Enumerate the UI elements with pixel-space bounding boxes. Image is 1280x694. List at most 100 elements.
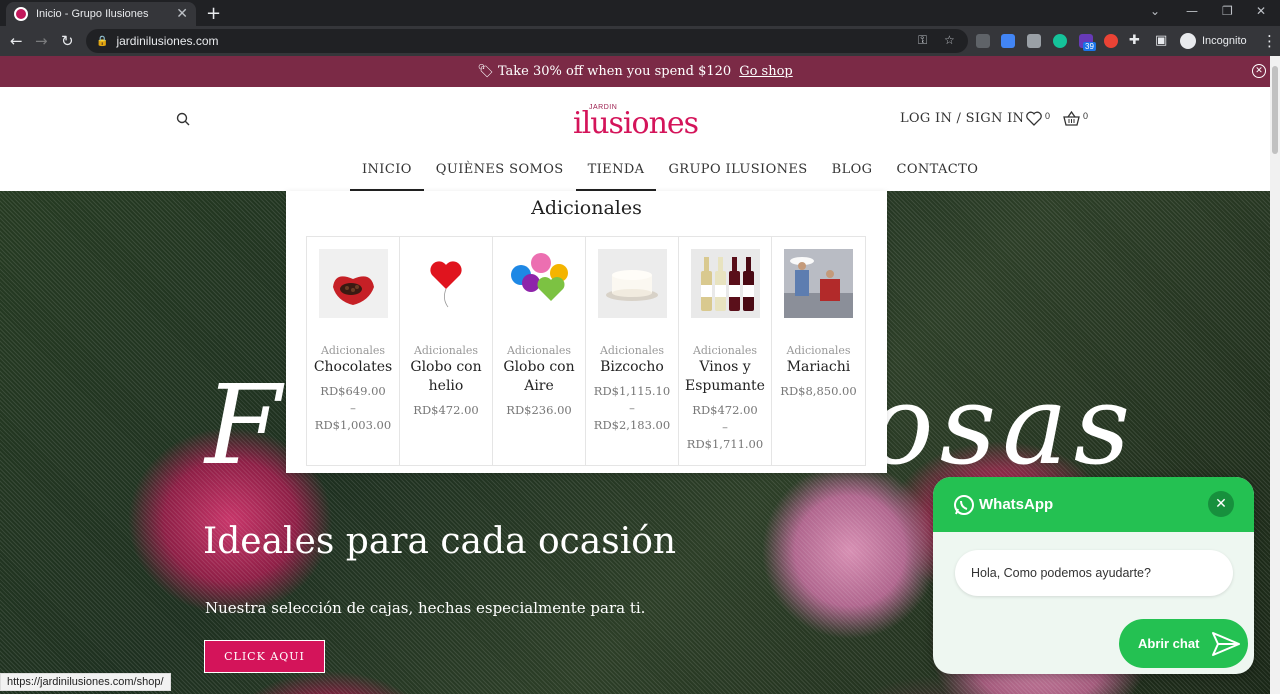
cart-button[interactable]: 0 bbox=[1063, 111, 1088, 126]
hero-cta-button[interactable]: CLICK AQUI bbox=[204, 640, 325, 673]
open-chat-label: Abrir chat bbox=[1138, 636, 1200, 651]
incognito-icon bbox=[1180, 33, 1196, 49]
price-line: RD$1,711.00 bbox=[686, 437, 764, 451]
shop-mega-menu: Adicionales Adicionales Chocolates RD$64… bbox=[286, 191, 887, 473]
close-tab-icon[interactable]: ✕ bbox=[176, 6, 188, 22]
url-text[interactable]: jardinilusiones.com bbox=[116, 34, 218, 48]
product-card-bizcocho[interactable]: Adicionales Bizcocho RD$1,115.10 – RD$2,… bbox=[586, 237, 679, 465]
product-price: RD$472.00 bbox=[402, 402, 490, 419]
product-card-vinos[interactable]: Adicionales Vinos y Espumante RD$472.00 … bbox=[679, 237, 772, 465]
chocolates-image[interactable] bbox=[319, 249, 388, 318]
product-name[interactable]: Bizcocho bbox=[590, 358, 674, 377]
nav-item-blog[interactable]: BLOG bbox=[820, 160, 885, 191]
new-tab-icon[interactable]: + bbox=[206, 3, 221, 24]
nav-item-quienes-somos[interactable]: QUIÈNES SOMOS bbox=[424, 160, 576, 191]
extension-badge: 39 bbox=[1083, 42, 1096, 51]
product-name-line: Chocolates bbox=[313, 359, 393, 375]
nav-item-tienda[interactable]: TIENDA bbox=[575, 160, 657, 191]
mega-menu-heading[interactable]: Adicionales bbox=[286, 197, 887, 219]
screenshot-extension-icon[interactable] bbox=[1027, 34, 1041, 48]
page-scrollbar[interactable] bbox=[1270, 56, 1280, 694]
whatsapp-widget: WhatsApp ✕ Hola, Como podemos ayudarte? … bbox=[933, 477, 1254, 674]
site-logo[interactable]: JARDIN ilusiones bbox=[573, 104, 699, 141]
price-line: RD$649.00 bbox=[320, 384, 386, 398]
product-card-mariachi[interactable]: Adicionales Mariachi RD$8,850.00 bbox=[772, 237, 865, 465]
product-name[interactable]: Mariachi bbox=[776, 358, 861, 377]
basket-icon bbox=[1063, 111, 1080, 126]
product-name-line: Bizcocho bbox=[600, 359, 664, 375]
helium-balloon-image[interactable] bbox=[412, 249, 481, 318]
incognito-indicator[interactable]: Incognito bbox=[1180, 33, 1247, 49]
menu-kebab-icon[interactable]: ⋮ bbox=[1262, 32, 1277, 50]
promo-bar: 🏷 Take 30% off when you spend $120 Go sh… bbox=[0, 56, 1270, 87]
browser-tab[interactable]: Inicio - Grupo Ilusiones ✕ bbox=[6, 2, 196, 26]
tab-search-icon[interactable]: ⌄ bbox=[1150, 4, 1160, 18]
nav-item-contacto[interactable]: CONTACTO bbox=[884, 160, 990, 191]
wine-bottles-image[interactable] bbox=[691, 249, 760, 318]
mariachi-image[interactable] bbox=[784, 249, 853, 318]
back-icon[interactable]: ← bbox=[10, 32, 23, 50]
price-line: RD$1,115.10 bbox=[593, 384, 671, 398]
nav-item-grupo-ilusiones[interactable]: GRUPO ILUSIONES bbox=[656, 160, 819, 191]
promo-close-icon[interactable]: ✕ bbox=[1252, 64, 1266, 78]
logo-text: ilusiones bbox=[573, 106, 699, 141]
product-card-chocolates[interactable]: Adicionales Chocolates RD$649.00 – RD$1,… bbox=[307, 237, 400, 465]
product-card-globo-helio[interactable]: Adicionales Globo con helio RD$472.00 bbox=[400, 237, 493, 465]
product-category: Adicionales bbox=[320, 344, 386, 357]
grammarly-extension-icon[interactable] bbox=[1053, 34, 1067, 48]
wishlist-button[interactable]: 0 bbox=[1026, 111, 1050, 126]
site-favicon-icon bbox=[14, 7, 28, 21]
side-panel-icon[interactable]: ▣ bbox=[1155, 33, 1167, 48]
product-category: Adicionales bbox=[692, 344, 758, 357]
extension-icon[interactable] bbox=[976, 34, 990, 48]
product-name[interactable]: Globo con Aire bbox=[497, 358, 581, 396]
forward-icon[interactable]: → bbox=[35, 32, 48, 50]
minimize-icon[interactable]: — bbox=[1186, 4, 1198, 18]
login-link[interactable]: LOG IN / SIGN IN bbox=[900, 111, 1024, 126]
whatsapp-header: WhatsApp ✕ bbox=[933, 477, 1254, 532]
restore-icon[interactable]: ❐ bbox=[1222, 4, 1233, 18]
whatsapp-icon bbox=[954, 494, 974, 515]
cake-image[interactable] bbox=[598, 249, 667, 318]
price-separator: – bbox=[350, 401, 356, 415]
whatsapp-close-icon[interactable]: ✕ bbox=[1208, 491, 1234, 517]
wishlist-count: 0 bbox=[1045, 110, 1051, 121]
lock-icon[interactable]: 🔒 bbox=[96, 36, 108, 47]
product-category: Adicionales bbox=[413, 344, 479, 357]
product-name-line: Aire bbox=[524, 378, 554, 394]
close-window-icon[interactable]: ✕ bbox=[1256, 4, 1266, 18]
search-icon[interactable] bbox=[176, 112, 190, 126]
promo-link[interactable]: Go shop bbox=[739, 64, 793, 79]
password-key-icon[interactable]: ⚿ bbox=[918, 33, 927, 48]
bookmark-star-icon[interactable]: ☆ bbox=[944, 33, 955, 47]
price-line: RD$236.00 bbox=[506, 403, 572, 417]
product-name[interactable]: Globo con helio bbox=[404, 358, 488, 396]
price-line: RD$1,003.00 bbox=[314, 418, 392, 432]
product-name[interactable]: Vinos y Espumante bbox=[683, 358, 767, 396]
product-category: Adicionales bbox=[599, 344, 665, 357]
tab-title: Inicio - Grupo Ilusiones bbox=[36, 8, 149, 20]
puzzle-extensions-icon[interactable]: ✚ bbox=[1129, 33, 1140, 48]
whatsapp-message-bubble: Hola, Como podemos ayudarte? bbox=[955, 550, 1233, 596]
hero-title: Ideales para cada ocasión bbox=[203, 521, 677, 562]
scrollbar-thumb[interactable] bbox=[1272, 66, 1278, 154]
color-extension-icon[interactable] bbox=[1104, 34, 1118, 48]
nav-item-inicio[interactable]: INICIO bbox=[350, 160, 424, 191]
translate-extension-icon[interactable] bbox=[1001, 34, 1015, 48]
heart-icon bbox=[1026, 111, 1042, 126]
product-name-line: Globo con bbox=[503, 359, 575, 375]
product-card-globo-aire[interactable]: Adicionales Globo con Aire RD$236.00 bbox=[493, 237, 586, 465]
whatsapp-title: WhatsApp bbox=[979, 496, 1054, 513]
address-bar[interactable]: 🔒 jardinilusiones.com ⚿ ☆ bbox=[86, 29, 968, 53]
open-chat-button[interactable]: Abrir chat bbox=[1119, 619, 1248, 668]
price-separator: – bbox=[722, 420, 728, 434]
promo-text: 🏷 Take 30% off when you spend $120 bbox=[477, 64, 732, 79]
product-grid: Adicionales Chocolates RD$649.00 – RD$1,… bbox=[306, 236, 866, 466]
product-name-line: Mariachi bbox=[786, 359, 851, 375]
air-balloons-image[interactable] bbox=[505, 249, 574, 318]
product-name[interactable]: Chocolates bbox=[311, 358, 395, 377]
product-price: RD$472.00 – RD$1,711.00 bbox=[681, 402, 769, 453]
reload-icon[interactable]: ↻ bbox=[61, 32, 74, 50]
product-category: Adicionales bbox=[506, 344, 572, 357]
product-price: RD$8,850.00 bbox=[774, 383, 863, 400]
